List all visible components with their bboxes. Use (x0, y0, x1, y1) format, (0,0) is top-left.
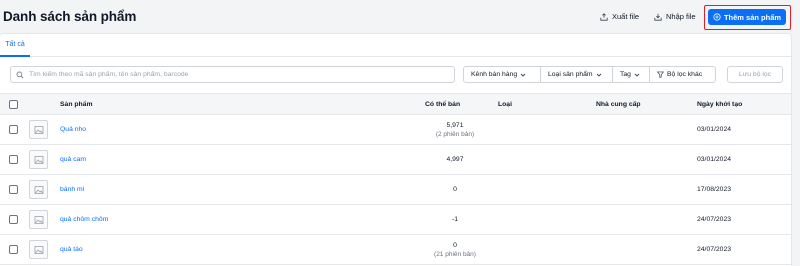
stock-value: 0 (453, 186, 457, 193)
product-thumbnail (29, 120, 48, 139)
image-placeholder-icon (34, 215, 43, 224)
export-icon (600, 12, 608, 21)
stock-value: -1 (451, 216, 459, 223)
variant-count: (21 phiên bản) (434, 250, 476, 258)
add-product-label: Thêm sản phẩm (723, 12, 782, 22)
export-button[interactable]: Xuất file (600, 12, 639, 21)
search-icon (16, 71, 24, 78)
search-box[interactable] (10, 66, 455, 83)
tab-bar: Tất cả (0, 34, 791, 57)
row-checkbox[interactable] (9, 155, 18, 164)
table-row[interactable]: quả táo 0 (21 phiên bản) 24/07/2023 (0, 235, 791, 265)
stock-value: 5,971 (446, 121, 464, 129)
stock-cell: 0 (400, 175, 510, 204)
product-thumbnail (29, 150, 48, 169)
created-date: 17/08/2023 (697, 186, 732, 193)
chevron-down-icon (634, 73, 640, 77)
row-checkbox[interactable] (9, 185, 18, 194)
created-date: 24/07/2023 (697, 246, 732, 253)
variant-count: (2 phiên bản) (435, 130, 475, 138)
image-placeholder-icon (34, 245, 43, 254)
stock-value: 4,997 (446, 156, 464, 163)
add-product-highlight: Thêm sản phẩm (704, 5, 791, 30)
product-name-link[interactable]: bánh mì (60, 175, 85, 204)
channel-filter[interactable]: Kênh bán hàng (464, 67, 541, 82)
product-type-filter[interactable]: Loại sản phẩm (541, 67, 613, 82)
created-date: 03/01/2024 (697, 126, 732, 133)
column-stock: Có thể bán (425, 101, 461, 108)
import-button[interactable]: Nhập file (654, 12, 696, 21)
created-date: 03/01/2024 (697, 156, 732, 163)
page-title: Danh sách sản phẩm (3, 9, 137, 24)
chevron-down-icon (520, 73, 526, 77)
row-checkbox[interactable] (9, 215, 18, 224)
table-row[interactable]: Quả nho 5,971 (2 phiên bản) 03/01/2024 (0, 115, 791, 145)
stock-value: 0 (453, 241, 457, 249)
product-name-link[interactable]: quả chôm chôm (60, 205, 108, 234)
plus-circle-icon (713, 13, 721, 21)
stock-cell: 5,971 (2 phiên bản) (400, 115, 510, 144)
other-filters-button[interactable]: Bộ lọc khác (650, 67, 715, 82)
product-name-link[interactable]: Quả nho (60, 115, 86, 144)
column-type: Loại (498, 101, 512, 108)
chevron-down-icon (596, 73, 601, 77)
filter-icon (657, 71, 664, 78)
column-product: Sản phẩm (60, 101, 93, 108)
stock-cell: 0 (21 phiên bản) (400, 235, 510, 264)
column-created: Ngày khởi tạo (697, 101, 743, 108)
table-row[interactable]: quả chôm chôm -1 24/07/2023 (0, 205, 791, 235)
product-thumbnail (29, 240, 48, 259)
table-row[interactable]: bánh mì 0 17/08/2023 (0, 175, 791, 205)
product-list-card: Tất cả Kênh bán hàng Loại sản phẩm Tag B… (0, 34, 791, 266)
image-placeholder-icon (34, 155, 43, 164)
product-name-link[interactable]: quả táo (60, 235, 83, 264)
row-checkbox[interactable] (9, 125, 18, 134)
save-filter-button[interactable]: Lưu bộ lọc (727, 66, 783, 83)
stock-cell: -1 (400, 205, 510, 234)
top-bar: Danh sách sản phẩm Xuất file Nhập file T… (0, 0, 800, 34)
product-thumbnail (29, 210, 48, 229)
tag-filter-label: Tag (620, 71, 631, 78)
tab-all[interactable]: Tất cả (0, 34, 30, 57)
import-icon (654, 13, 662, 21)
add-product-button[interactable]: Thêm sản phẩm (708, 9, 786, 25)
select-all-checkbox[interactable] (9, 100, 18, 109)
table-header: Sản phẩm Có thể bán Loại Nhà cung cấp Ng… (0, 93, 791, 115)
filter-group: Kênh bán hàng Loại sản phẩm Tag Bộ lọc k… (463, 66, 716, 83)
product-type-filter-label: Loại sản phẩm (548, 71, 593, 78)
row-checkbox[interactable] (9, 245, 18, 254)
table-row[interactable]: quả cam 4,997 03/01/2024 (0, 145, 791, 175)
created-date: 24/07/2023 (697, 216, 732, 223)
export-label: Xuất file (612, 12, 640, 21)
stock-cell: 4,997 (400, 145, 510, 174)
channel-filter-label: Kênh bán hàng (471, 71, 518, 78)
other-filters-label: Bộ lọc khác (667, 71, 703, 78)
image-placeholder-icon (34, 125, 43, 134)
tag-filter[interactable]: Tag (613, 67, 650, 82)
product-name-link[interactable]: quả cam (60, 145, 86, 174)
image-placeholder-icon (34, 185, 43, 194)
import-label: Nhập file (666, 12, 696, 21)
column-supplier: Nhà cung cấp (596, 101, 641, 108)
search-input[interactable] (29, 71, 449, 78)
product-thumbnail (29, 180, 48, 199)
